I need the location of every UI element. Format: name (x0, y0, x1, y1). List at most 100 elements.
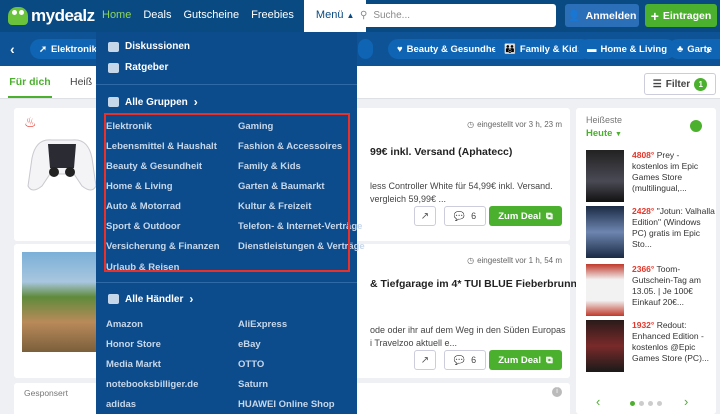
external-link-icon: ⧉ (545, 354, 553, 366)
menu-item-alle-gruppen[interactable]: Alle Gruppen › (108, 95, 198, 109)
clock-icon: ◷ (467, 256, 475, 265)
comment-icon: 💬 (453, 210, 466, 221)
chevron-right-icon: › (189, 292, 194, 306)
deal-image[interactable] (22, 252, 102, 352)
timestamp: ◷ eingestellt vor 3 h, 23 m (467, 120, 562, 129)
search-icon: ⚲ (360, 10, 368, 21)
share-button[interactable]: ↗ (414, 350, 436, 370)
chevron-right-icon[interactable]: › (684, 394, 688, 409)
deal-description-line: vergleich 59,99€ ... (370, 194, 447, 204)
comments-button[interactable]: 💬 6 (444, 350, 486, 370)
share-button[interactable]: ↗ (414, 206, 436, 226)
sidebar-item-text: 1932° Redout: Enhanced Edition - kostenl… (632, 320, 716, 364)
nav-deals[interactable]: Deals (137, 0, 177, 32)
carousel-dot[interactable] (630, 401, 635, 406)
merchant-link-amazon[interactable]: Amazon (106, 319, 143, 330)
filter-button[interactable]: ☰ Filter 1 (644, 73, 716, 95)
divider (96, 282, 357, 283)
deal-title[interactable]: 99€ inkl. Versand (Aphatecc) (370, 146, 512, 158)
search-input[interactable]: ⚲ Suche... (354, 4, 556, 27)
sidebar-item-thumb (586, 150, 624, 202)
sidebar-period-select[interactable]: Heute ▼ (586, 128, 622, 139)
goto-deal-button[interactable]: Zum Deal ⧉ (489, 350, 562, 370)
sidebar-item[interactable]: 2366° Toom-Gutschein-Tag am 13.05. | Je … (586, 264, 716, 322)
gear-icon[interactable] (690, 120, 702, 132)
sponsored-label: Gesponsert (24, 388, 68, 398)
category-label: Elektronik (50, 43, 97, 55)
carousel-dot[interactable] (657, 401, 662, 406)
merchant-link-huawei[interactable]: HUAWEI Online Shop (238, 399, 335, 410)
carousel-dot[interactable] (648, 401, 653, 406)
period-label: Heute (586, 128, 613, 139)
deal-title[interactable]: & Tiefgarage im 4* TUI BLUE Fieberbrunn (370, 278, 577, 290)
post-label: Eintragen (662, 9, 712, 22)
merchant-link-otto[interactable]: OTTO (238, 359, 264, 370)
chevron-left-icon[interactable]: ‹ (10, 41, 15, 57)
category-chip-elektronik[interactable]: ➚ Elektronik (30, 39, 106, 59)
merchant-link-ebay[interactable]: eBay (238, 339, 261, 350)
temperature: 1932° (632, 320, 655, 330)
menu-item-alle-haendler[interactable]: Alle Händler › (108, 292, 193, 306)
sidebar-heading: Heißeste (586, 115, 623, 125)
clock-icon: ◷ (467, 120, 475, 129)
temperature: 2366° (632, 264, 655, 274)
sidebar-item-text: 2428° "Jotun: Valhalla Edition" (Windows… (632, 206, 716, 250)
nav-freebies[interactable]: Freebies (245, 0, 300, 32)
chat-icon (108, 41, 119, 52)
category-label: Beauty & Gesundheit (406, 43, 503, 55)
category-chip-beauty-gesundheit[interactable]: ♥ Beauty & Gesundheit (388, 39, 512, 59)
top-bar: mydealz Home Deals Gutscheine Freebies M… (0, 0, 720, 32)
timestamp-text: eingestellt vor 1 h, 54 m (477, 256, 562, 265)
plus-icon: + (650, 7, 659, 24)
share-icon: ↗ (420, 354, 430, 366)
menu-item-label: Ratgeber (125, 62, 169, 73)
goto-deal-button[interactable]: Zum Deal ⧉ (489, 206, 562, 226)
login-button[interactable]: 👤 Anmelden (565, 4, 639, 27)
category-chip-garten[interactable]: ♣ Garte (668, 39, 720, 59)
tab-heiss[interactable]: Heiß (70, 66, 92, 98)
login-label: Anmelden (585, 9, 637, 22)
merchant-link-saturn[interactable]: Saturn (238, 379, 268, 390)
tree-icon: ♣ (677, 43, 684, 55)
carousel-dot[interactable] (639, 401, 644, 406)
sidebar-item[interactable]: 4808° Prey - kostenlos im Epic Games Sto… (586, 150, 716, 208)
sidebar-item[interactable]: 1932° Redout: Enhanced Edition - kostenl… (586, 320, 716, 378)
merchant-link-aliexpress[interactable]: AliExpress (238, 319, 287, 330)
tab-fuer-dich[interactable]: Für dich (8, 66, 52, 98)
menu-item-ratgeber[interactable]: Ratgeber (108, 62, 168, 73)
logo-text: mydealz (31, 6, 95, 25)
timestamp-text: eingestellt vor 3 h, 23 m (477, 120, 562, 129)
deal-button-label: Zum Deal (498, 354, 541, 366)
hottest-sidebar: Heißeste Heute ▼ 4808° Prey - kostenlos … (576, 108, 716, 414)
store-icon (108, 294, 119, 304)
heart-icon: ♥ (397, 43, 403, 55)
info-icon[interactable]: i (552, 387, 562, 397)
nav-gutscheine[interactable]: Gutscheine (177, 0, 245, 32)
merchant-link-notebooksbilliger[interactable]: notebooksbilliger.de (106, 379, 198, 390)
comments-button[interactable]: 💬 6 (444, 206, 486, 226)
comment-count: 6 (471, 355, 477, 365)
category-label: Family & Kids (519, 43, 583, 55)
sidebar-item-text: 2366° Toom-Gutschein-Tag am 13.05. | Je … (632, 264, 716, 308)
post-button[interactable]: + Eintragen (645, 4, 717, 27)
chevron-right-icon[interactable]: › (706, 41, 711, 57)
menu-item-label: Diskussionen (125, 41, 191, 52)
sliders-icon: ☰ (652, 78, 662, 90)
category-chip-home-living[interactable]: ▬ Home & Living (578, 39, 677, 59)
temperature: 4808° (632, 150, 655, 160)
comment-count: 6 (471, 211, 477, 221)
timestamp: ◷ eingestellt vor 1 h, 54 m (467, 256, 562, 265)
merchant-link-media-markt[interactable]: Media Markt (106, 359, 161, 370)
deal-description-line: ode oder ihr auf dem Weg in den Süden Eu… (370, 325, 566, 335)
rocket-icon: ➚ (39, 43, 47, 55)
deal-image[interactable] (22, 128, 102, 198)
filter-count-badge: 1 (694, 77, 708, 91)
merchant-link-adidas[interactable]: adidas (106, 399, 136, 410)
merchant-link-honor[interactable]: Honor Store (106, 339, 161, 350)
nav-home[interactable]: Home (96, 0, 137, 32)
menu-item-diskussionen[interactable]: Diskussionen (108, 41, 190, 52)
book-icon (108, 62, 119, 73)
category-chip-beauty[interactable]: Elektronik (358, 39, 373, 59)
logo[interactable]: mydealz (8, 6, 95, 26)
sidebar-item[interactable]: 2428° "Jotun: Valhalla Edition" (Windows… (586, 206, 716, 264)
